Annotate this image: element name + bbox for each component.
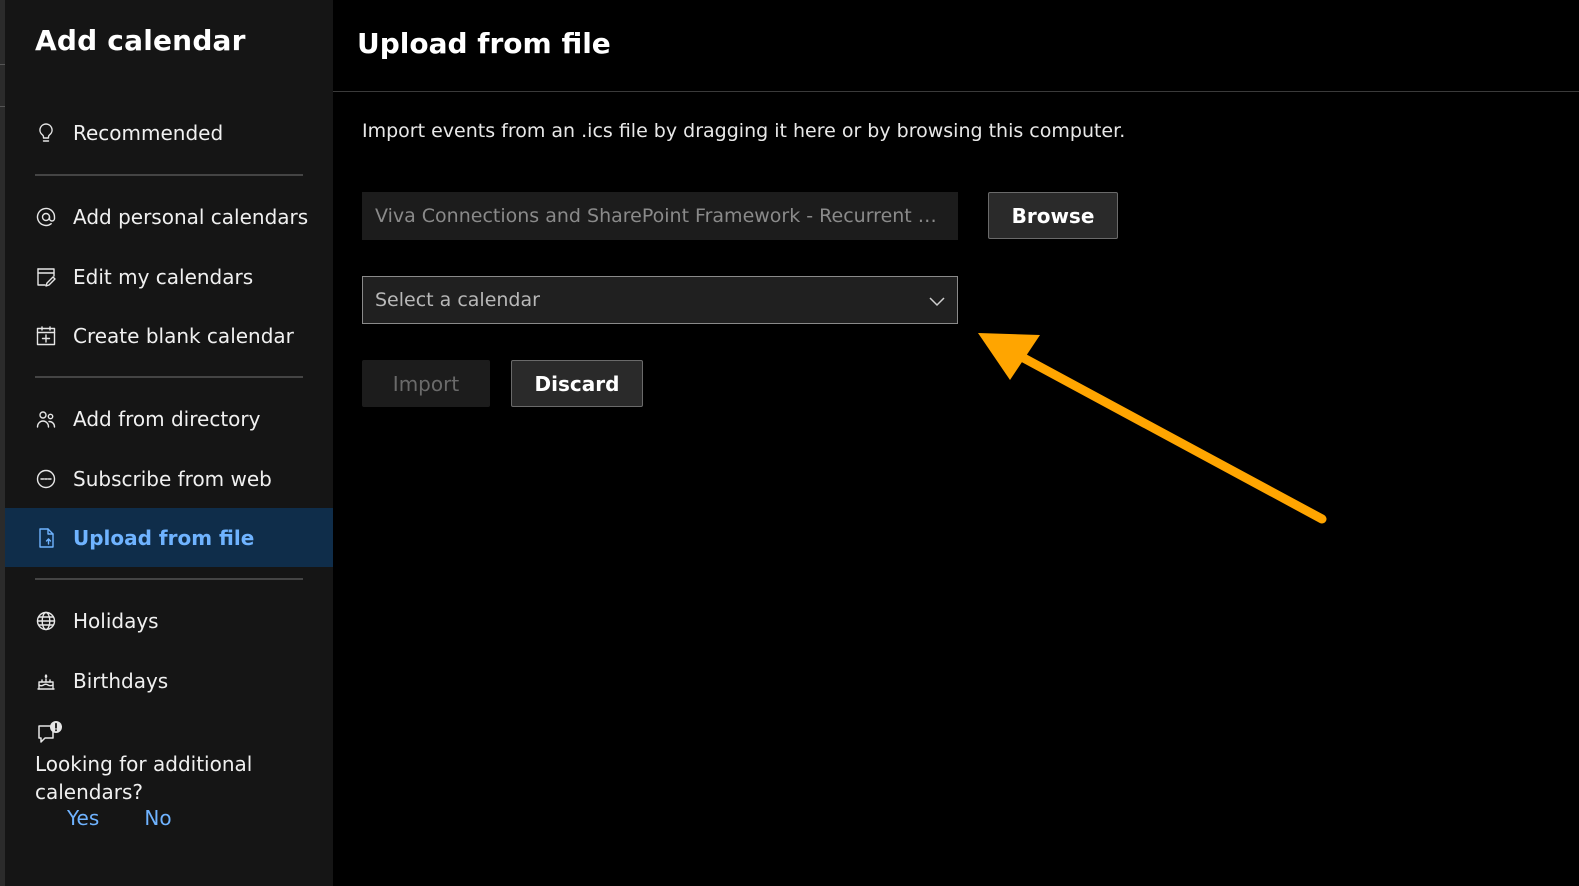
feedback-section: Looking for additional calendars? Yes No [35, 718, 325, 830]
nav-item-birthdays[interactable]: Birthdays [5, 652, 333, 710]
calendar-select[interactable]: Select a calendar [362, 276, 958, 324]
sidebar: Add calendar Recommended Add personal ca… [5, 0, 333, 886]
nav-item-label: Edit my calendars [73, 265, 254, 289]
feedback-icon [35, 718, 65, 748]
nav-item-label: Holidays [73, 609, 159, 633]
file-upload-icon [32, 524, 60, 552]
nav-item-recommended[interactable]: Recommended [5, 104, 333, 162]
nav-item-subscribe-from-web[interactable]: Subscribe from web [5, 450, 333, 508]
nav-item-add-from-directory[interactable]: Add from directory [5, 390, 333, 448]
link-circle-icon [32, 465, 60, 493]
feedback-yes-link[interactable]: Yes [67, 806, 99, 830]
calendar-select-value: Select a calendar [375, 289, 540, 311]
import-button[interactable]: Import [362, 360, 490, 407]
nav-item-holidays[interactable]: Holidays [5, 592, 333, 650]
divider [35, 578, 303, 580]
nav-item-label: Subscribe from web [73, 467, 272, 491]
nav-item-label: Upload from file [73, 525, 255, 550]
nav-item-label: Birthdays [73, 669, 169, 693]
nav-item-label: Recommended [73, 121, 224, 145]
cake-icon [32, 667, 60, 695]
calendar-add-icon [32, 322, 60, 350]
description-text: Import events from an .ics file by dragg… [362, 120, 1126, 142]
file-name-field[interactable]: Viva Connections and SharePoint Framewor… [362, 192, 958, 240]
sidebar-title: Add calendar [35, 24, 246, 57]
file-name-text: Viva Connections and SharePoint Framewor… [375, 205, 947, 227]
nav-item-create-blank-calendar[interactable]: Create blank calendar [5, 307, 333, 365]
page-title: Upload from file [357, 27, 611, 60]
nav-item-edit-my-calendars[interactable]: Edit my calendars [5, 248, 333, 306]
annotation-arrow-icon [978, 333, 1327, 524]
chevron-down-icon [927, 291, 947, 311]
feedback-no-link[interactable]: No [144, 806, 171, 830]
lightbulb-icon [32, 119, 60, 147]
globe-icon [32, 607, 60, 635]
nav-item-label: Add personal calendars [73, 205, 309, 229]
nav-item-label: Add from directory [73, 407, 261, 431]
feedback-links: Yes No [35, 806, 325, 830]
divider [35, 174, 303, 176]
discard-button[interactable]: Discard [511, 360, 643, 407]
feedback-question: Looking for additional calendars? [35, 752, 253, 804]
divider [35, 376, 303, 378]
nav-item-upload-from-file[interactable]: Upload from file [5, 508, 333, 567]
edit-calendar-icon [32, 263, 60, 291]
nav-item-label: Create blank calendar [73, 324, 294, 348]
people-icon [32, 405, 60, 433]
nav-item-add-personal-calendars[interactable]: Add personal calendars [5, 188, 333, 246]
browse-button[interactable]: Browse [988, 192, 1118, 239]
at-sign-icon [32, 203, 60, 231]
header-divider [333, 91, 1579, 92]
